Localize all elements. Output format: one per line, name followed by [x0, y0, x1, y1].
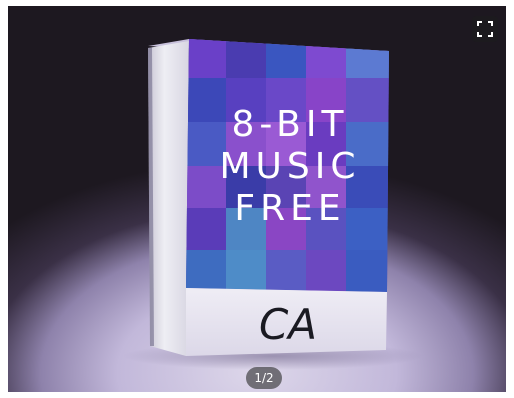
fullscreen-icon [477, 21, 493, 37]
image-viewer: 8-BIT MUSIC FREE CA 1/2 [8, 6, 506, 392]
title-line-3: FREE [234, 188, 345, 229]
title-line-2: MUSIC [219, 146, 360, 187]
brand-logo: CA [259, 300, 317, 349]
product-box-image: 8-BIT MUSIC FREE CA [123, 39, 423, 370]
title-line-1: 8-BIT [232, 104, 349, 145]
image-counter: 1/2 [246, 367, 282, 389]
box-spine [148, 41, 189, 356]
fullscreen-button[interactable] [472, 16, 498, 42]
